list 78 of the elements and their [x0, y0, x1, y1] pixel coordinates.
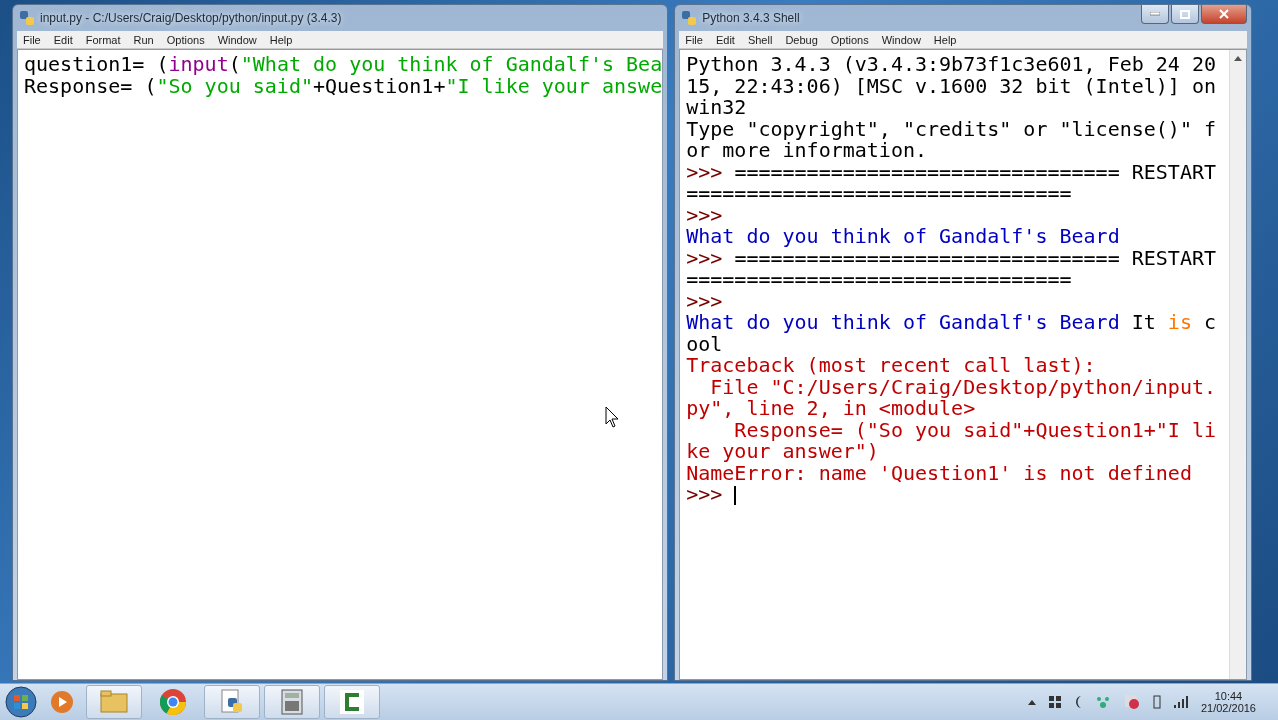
window-title: input.py - C:/Users/Craig/Desktop/python/input.py (3.4.3) — [40, 11, 342, 25]
menu-item[interactable]: File — [685, 33, 703, 46]
moon-icon[interactable] — [1073, 695, 1082, 709]
mouse-pointer-icon — [605, 406, 619, 428]
close-button[interactable] — [1201, 5, 1247, 24]
code-text: Response= ("So you said"+Question1+"I li — [733, 419, 1216, 441]
close-icon — [1219, 9, 1229, 19]
play-icon — [50, 690, 74, 714]
code-text: Traceback (most recent call last): — [686, 355, 1096, 377]
code-text: 15, 22:43:06) [MSC v.1600 32 bit (Intel)] on — [686, 75, 1216, 97]
folder-icon — [100, 690, 128, 714]
tray-arrow-icon[interactable] — [1027, 699, 1036, 705]
code-text: ================================ RESTART — [734, 247, 1216, 269]
code-text: ================================ — [686, 269, 1072, 291]
code-text: c — [1203, 312, 1217, 334]
code-text: "I like your answe — [445, 75, 663, 97]
menu-item[interactable]: Help — [269, 33, 293, 46]
menu-item[interactable]: Options — [166, 33, 205, 46]
menu-item[interactable]: Format — [85, 33, 121, 46]
minimize-button[interactable] — [1141, 5, 1169, 24]
code-text: >>> — [686, 204, 724, 226]
maximize-button[interactable] — [1171, 5, 1199, 24]
code-text: "What do you think of Gandalf's Bea — [240, 54, 663, 76]
code-text: py", line 2, in <module> — [686, 398, 976, 420]
code-text: Python 3.4.3 (v3.4.3:9b73f1c3e601, Feb 24 20 — [686, 54, 1216, 76]
python-icon — [681, 10, 698, 26]
code-text: >>> — [686, 484, 724, 506]
code-text: >>> — [686, 247, 724, 269]
code-text: It — [1130, 312, 1157, 334]
menu-item[interactable]: Help — [933, 33, 957, 46]
menu-item[interactable]: Run — [133, 33, 154, 46]
code-text: What do you think of Gandalf's Beard — [686, 312, 1120, 334]
menu-item[interactable]: Shell — [747, 33, 773, 46]
windows-flag-icon[interactable] — [1048, 696, 1061, 708]
menu-item[interactable]: File — [23, 33, 41, 46]
code-text: >>> — [686, 290, 724, 312]
start-orb-icon[interactable] — [4, 685, 38, 719]
browser-icon — [159, 688, 187, 716]
code-text: >>> — [686, 161, 724, 183]
menu-item[interactable]: Edit — [53, 33, 73, 46]
battery-icon[interactable] — [1152, 695, 1161, 709]
code-text: or more information. — [686, 140, 928, 162]
menu-item[interactable]: Window — [217, 33, 257, 46]
minimize-icon — [1150, 12, 1160, 16]
menu-item[interactable]: Debug — [785, 33, 818, 46]
menu-item[interactable]: Window — [881, 33, 921, 46]
clock-time: 10:44 — [1214, 690, 1243, 702]
scrollbar[interactable] — [1229, 50, 1246, 679]
code-text: question1= ( — [24, 54, 169, 76]
code-text: "So you said" — [156, 75, 313, 97]
code-text: ( — [228, 54, 241, 76]
signal-icon[interactable] — [1173, 696, 1188, 708]
menu-item[interactable]: Options — [830, 33, 869, 46]
code-text: File "C:/Users/Craig/Desktop/python/input. — [709, 376, 1216, 398]
scroll-up-icon — [1234, 55, 1242, 61]
code-text: ool — [686, 333, 723, 355]
code-text: ke your answer") — [686, 441, 879, 463]
menu-item[interactable]: Edit — [715, 33, 735, 46]
maximize-icon — [1180, 9, 1190, 19]
code-text: What do you think of Gandalf's Beard — [686, 226, 1120, 248]
c-letter-logo-icon — [339, 689, 365, 715]
code-text: ================================ — [686, 183, 1072, 205]
calculator-icon — [281, 689, 303, 715]
code-text: Type "copyright", "credits" or "license()" f — [686, 118, 1216, 140]
calculator-button[interactable] — [264, 685, 320, 719]
python-file-icon — [220, 689, 244, 715]
clock-date: 21/02/2016 — [1200, 702, 1256, 714]
code-text: ================================ RESTART — [734, 161, 1216, 183]
code-text: input — [168, 54, 229, 76]
code-text: NameError: name 'Question1' is not defined — [686, 462, 1192, 484]
recorder-button[interactable] — [324, 685, 380, 719]
code-text: +Question1+ — [313, 75, 446, 97]
code-text: win32 — [686, 97, 747, 119]
python-button[interactable] — [204, 685, 260, 719]
python-icon — [19, 10, 35, 26]
code-text: Response= ( — [24, 75, 157, 97]
code-text: is — [1167, 312, 1192, 334]
window-title: Python 3.4.3 Shell — [702, 11, 800, 25]
